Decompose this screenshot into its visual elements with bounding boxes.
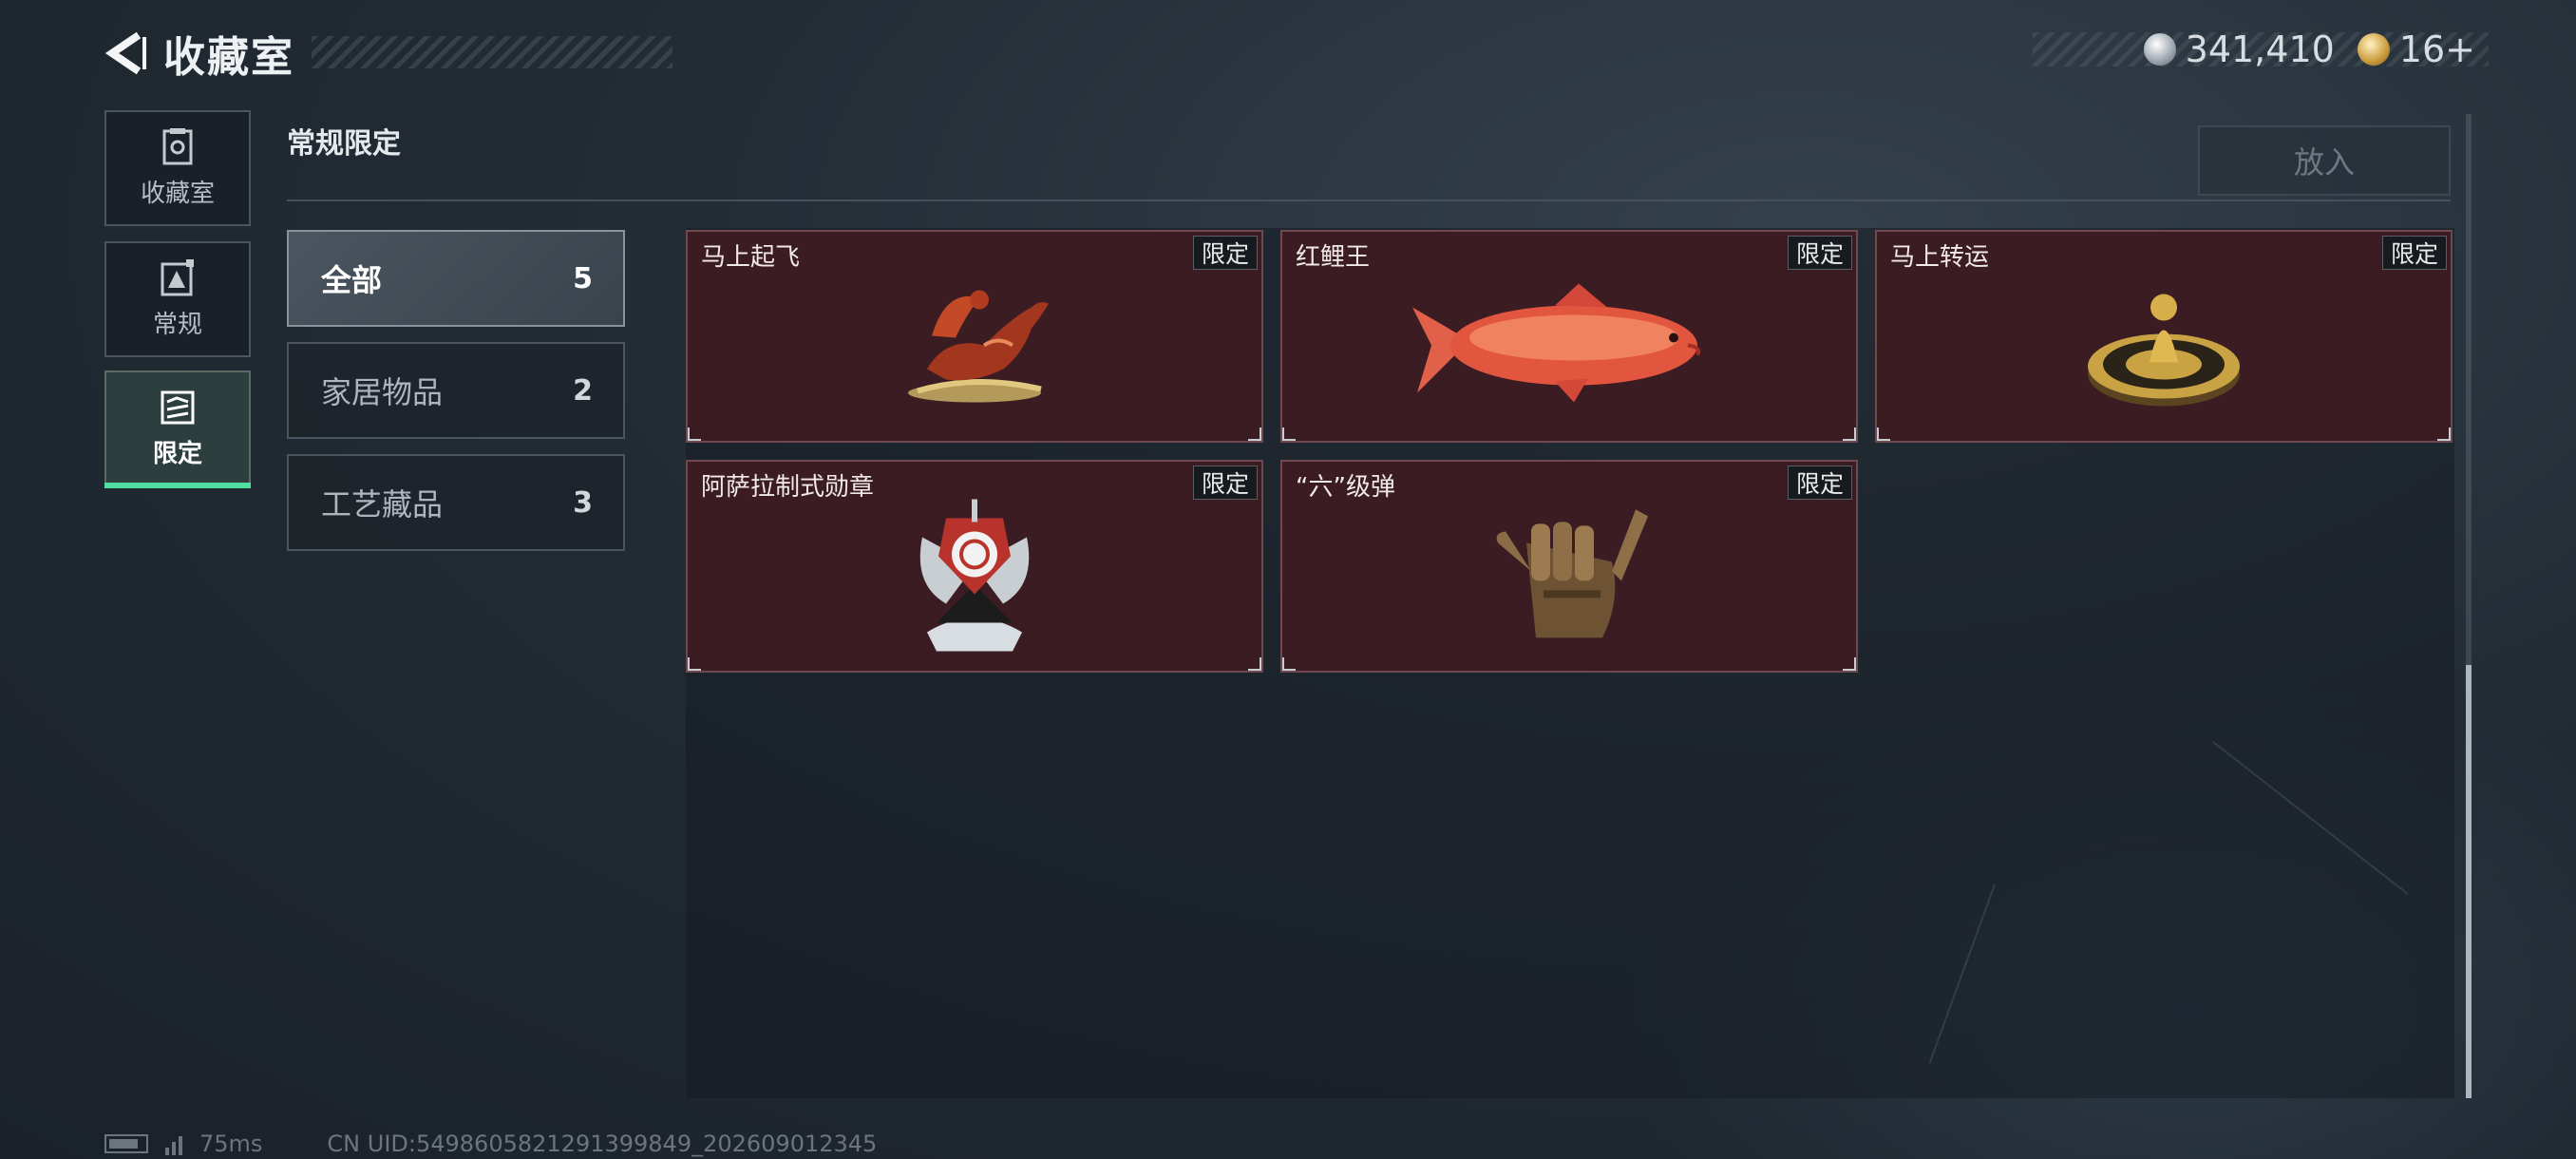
horse-statue-icon: [889, 279, 1060, 416]
nav-tab-regular[interactable]: 常规: [104, 241, 251, 357]
active-tab-indicator: [104, 483, 251, 488]
category-count: 5: [573, 261, 593, 295]
silver-coin-icon: [2143, 33, 2176, 66]
item-card[interactable]: “六”级弹 限定: [1280, 460, 1858, 673]
gold-coin-icon: [2357, 33, 2390, 66]
nav-tab-label: 常规: [152, 310, 202, 339]
fortune-wheel-icon: [2083, 279, 2245, 416]
card-corner: [1843, 428, 1856, 441]
category-home-items[interactable]: 家居物品 2: [287, 342, 625, 439]
category-name: 全部: [321, 262, 383, 298]
limited-badge: 限定: [1192, 236, 1258, 270]
item-card[interactable]: 阿萨拉制式勋章 限定: [686, 460, 1263, 673]
user-uid: CN UID:5498605821291399849_202609012345: [327, 1130, 878, 1157]
item-name: 红鲤王: [1296, 243, 1371, 272]
gold-currency-value[interactable]: 16+: [2399, 28, 2475, 70]
card-corner: [1248, 657, 1261, 671]
header-decoration: [312, 36, 672, 68]
scrollbar-thumb[interactable]: [2466, 665, 2472, 1098]
card-corner: [1282, 657, 1296, 671]
shaka-hand-icon: [1488, 504, 1650, 651]
item-name: “六”级弹: [1296, 473, 1395, 502]
item-name: 马上转运: [1890, 243, 1990, 272]
card-corner: [1248, 428, 1261, 441]
item-card[interactable]: 马上转运 限定: [1875, 230, 2453, 443]
collection-icon: [159, 127, 197, 166]
section-title: 常规限定: [287, 127, 401, 161]
card-corner: [2437, 428, 2451, 441]
currency-bar: 341,410 16+: [2033, 28, 2489, 70]
ping-value: 75ms: [199, 1130, 263, 1157]
limited-badge: 限定: [1192, 466, 1258, 500]
nav-tab-label: 收藏室: [140, 179, 215, 208]
put-in-button[interactable]: 放入: [2198, 125, 2451, 196]
category-name: 工艺藏品: [321, 486, 444, 522]
limited-badge: 限定: [1787, 466, 1852, 500]
section-divider: [287, 200, 2451, 201]
category-name: 家居物品: [321, 374, 444, 410]
limited-badge: 限定: [1787, 236, 1852, 270]
card-corner: [1877, 428, 1890, 441]
limited-badge: 限定: [2381, 236, 2447, 270]
nav-tab-label: 限定: [152, 439, 202, 468]
status-footer: 75ms CN UID:5498605821291399849_20260901…: [104, 1130, 877, 1157]
red-carp-icon: [1412, 279, 1726, 416]
category-all[interactable]: 全部 5: [287, 230, 625, 327]
category-crafts[interactable]: 工艺藏品 3: [287, 454, 625, 551]
category-count: 3: [573, 485, 593, 520]
signal-icon: [165, 1132, 182, 1155]
item-card[interactable]: 红鲤王 限定: [1280, 230, 1858, 443]
silver-currency-value: 341,410: [2185, 28, 2335, 70]
regular-icon: [159, 258, 197, 297]
card-corner: [688, 657, 701, 671]
back-arrow-icon: [104, 31, 146, 75]
card-corner: [1843, 657, 1856, 671]
item-card[interactable]: 马上起飞 限定: [686, 230, 1263, 443]
scrollbar[interactable]: [2466, 114, 2472, 1098]
card-corner: [1282, 428, 1296, 441]
back-button[interactable]: [103, 27, 150, 80]
limited-icon: [159, 389, 197, 427]
nav-tab-collection[interactable]: 收藏室: [104, 110, 251, 226]
item-name: 马上起飞: [701, 243, 801, 272]
page-title: 收藏室: [163, 33, 294, 82]
nav-tab-limited[interactable]: 限定: [104, 370, 251, 488]
battery-icon: [104, 1134, 148, 1153]
medal-icon: [908, 499, 1041, 658]
item-name: 阿萨拉制式勋章: [701, 473, 875, 502]
card-corner: [688, 428, 701, 441]
top-header: 收藏室: [103, 25, 672, 82]
category-count: 2: [573, 373, 593, 408]
